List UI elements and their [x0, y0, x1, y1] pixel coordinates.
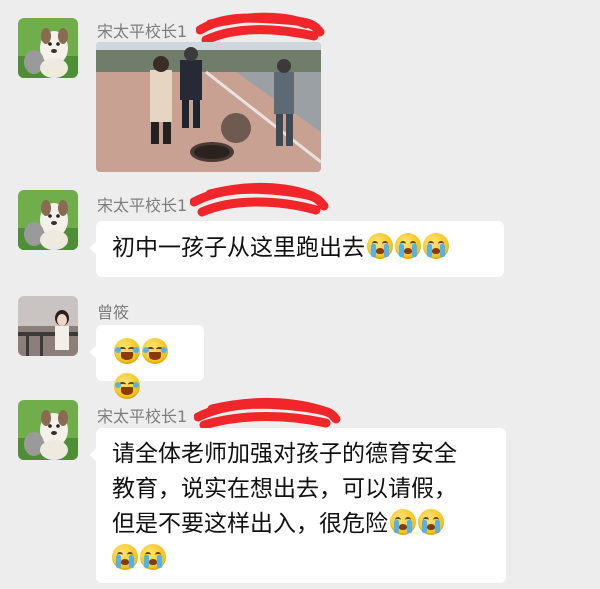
avatar-dog[interactable] — [18, 400, 78, 460]
avatar-dog[interactable] — [18, 190, 78, 250]
sender-name: 宋太平校长1 — [97, 22, 188, 41]
sender-name: 宋太平校长1 — [97, 407, 188, 426]
redaction-scribble — [194, 397, 341, 430]
crying-face-icon — [112, 544, 138, 570]
sender-name: 曾筱 — [97, 303, 130, 322]
chat-window: 宋太平校长1 宋太平校长1 初中一孩子从这里跑出去 曾筱 宋太平校长1 请全体老… — [0, 0, 600, 589]
avatar-girl[interactable] — [18, 296, 78, 356]
redaction-scribble — [190, 182, 329, 217]
message-text-line: 但是不要这样出入，很危险 — [112, 511, 388, 537]
crying-face-icon — [140, 544, 166, 570]
crying-face-icon — [367, 233, 393, 259]
crying-face-icon — [423, 233, 449, 259]
laughing-tears-face-icon — [114, 373, 140, 399]
laughing-tears-face-icon — [142, 338, 168, 364]
message-bubble[interactable] — [89, 325, 204, 399]
avatar-dog[interactable] — [18, 18, 78, 78]
crying-face-icon — [418, 509, 444, 535]
message-text-line: 教育，说实在想出去，可以请假， — [112, 476, 457, 502]
crying-face-icon — [395, 233, 421, 259]
shared-photo[interactable] — [96, 42, 321, 172]
sender-name: 宋太平校长1 — [97, 196, 188, 215]
message-bubble[interactable]: 请全体老师加强对孩子的德育安全 教育，说实在想出去，可以请假， 但是不要这样出入… — [89, 428, 506, 583]
crying-face-icon — [390, 509, 416, 535]
message-text-line: 请全体老师加强对孩子的德育安全 — [112, 441, 457, 467]
laughing-tears-face-icon — [114, 338, 140, 364]
message-text: 初中一孩子从这里跑出去 — [112, 235, 365, 261]
message-bubble[interactable]: 初中一孩子从这里跑出去 — [89, 221, 504, 277]
